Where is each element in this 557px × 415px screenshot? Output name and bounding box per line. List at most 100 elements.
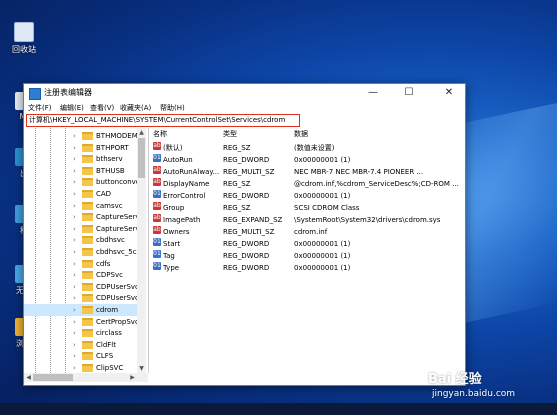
folder-icon — [82, 282, 93, 291]
value-name: Group — [163, 204, 185, 212]
desktop-icon-recycle-bin[interactable]: 回收站 — [6, 22, 42, 55]
chevron-right-icon[interactable]: › — [73, 269, 76, 281]
tree-item[interactable]: › CAD — [24, 188, 146, 200]
chevron-right-icon[interactable]: › — [73, 350, 76, 362]
scroll-left-arrow-icon[interactable]: ◀ — [24, 373, 33, 382]
chevron-right-icon[interactable]: › — [73, 153, 76, 165]
chevron-right-icon[interactable]: › — [73, 258, 76, 270]
value-row[interactable]: ab AutoRunAlway... REG_MULTI_SZ NEC MBR-7 N… — [151, 166, 463, 178]
chevron-right-icon[interactable]: › — [73, 142, 76, 154]
folder-icon — [82, 259, 93, 268]
tree-item[interactable]: › BTHPORT — [24, 142, 146, 154]
tree-item[interactable]: › CaptureServ — [24, 223, 146, 235]
tree-item[interactable]: › CLFS — [24, 350, 146, 362]
chevron-right-icon[interactable]: › — [73, 200, 76, 212]
scroll-up-arrow-icon[interactable]: ▲ — [137, 128, 146, 137]
menu-edit[interactable]: 编辑(E) — [60, 103, 84, 113]
tree-item[interactable]: › BTHUSB — [24, 165, 146, 177]
value-row[interactable]: ab Group REG_SZ SCSI CDROM Class — [151, 202, 463, 214]
tree-item[interactable]: › BTHMODEM — [24, 130, 146, 142]
string-value-icon: ab — [153, 166, 161, 174]
tree-item-label: BTHMODEM — [96, 132, 138, 140]
menu-favorites[interactable]: 收藏夹(A) — [120, 103, 151, 113]
chevron-right-icon[interactable]: › — [73, 234, 76, 246]
tree-item-label: circlass — [96, 329, 122, 338]
value-type: REG_DWORD — [223, 156, 270, 164]
tree-item[interactable]: › CldFlt — [24, 339, 146, 351]
chevron-right-icon[interactable]: › — [73, 339, 76, 351]
chevron-right-icon[interactable]: › — [73, 304, 76, 316]
chevron-right-icon[interactable]: › — [73, 316, 76, 328]
value-row[interactable]: ab DisplayName REG_SZ @cdrom.inf,%cdrom_Ser… — [151, 178, 463, 190]
tree-item[interactable]: › bthserv — [24, 153, 146, 165]
value-type: REG_MULTI_SZ — [223, 168, 275, 176]
value-data: (数值未设置) — [294, 144, 335, 152]
address-bar[interactable]: 计算机\HKEY_LOCAL_MACHINE\SYSTEM\CurrentCon… — [26, 114, 300, 127]
value-row[interactable]: 01 AutoRun REG_DWORD 0x00000001 (1) — [151, 154, 463, 166]
chevron-right-icon[interactable]: › — [73, 165, 76, 177]
tree-item[interactable]: › ClipSVC — [24, 362, 146, 373]
value-row[interactable]: 01 Tag REG_DWORD 0x00000001 (1) — [151, 250, 463, 262]
chevron-right-icon[interactable]: › — [73, 176, 76, 188]
value-row[interactable]: ab ImagePath REG_EXPAND_SZ \SystemRoot\Syst… — [151, 214, 463, 226]
tree-item[interactable]: › CDPSvc — [24, 269, 146, 281]
tree-item[interactable]: › CertPropSvc — [24, 316, 146, 328]
title-bar[interactable]: 注册表编辑器 — ☐ ✕ — [24, 84, 465, 102]
tree-item[interactable]: › circlass — [24, 327, 146, 339]
tree-item[interactable]: › cbdhsvc_5ca — [24, 246, 146, 258]
chevron-right-icon[interactable]: › — [73, 362, 76, 373]
maximize-button[interactable]: ☐ — [396, 84, 422, 102]
value-data: NEC MBR-7 NEC MBR-7.4 PIONEER ... — [294, 168, 424, 176]
scroll-thumb[interactable] — [138, 138, 145, 178]
menu-view[interactable]: 查看(V) — [90, 103, 114, 113]
chevron-right-icon[interactable]: › — [73, 281, 76, 293]
string-value-icon: ab — [153, 214, 161, 222]
tree-item[interactable]: › CDPUserSvc — [24, 281, 146, 293]
column-header-name[interactable]: 名称 — [153, 128, 167, 140]
column-header-type[interactable]: 类型 — [223, 128, 237, 140]
chevron-right-icon[interactable]: › — [73, 188, 76, 200]
column-header-data[interactable]: 数据 — [294, 128, 308, 140]
tree-vertical-scrollbar[interactable]: ▲ ▼ — [137, 128, 146, 373]
value-type: REG_SZ — [223, 204, 251, 212]
baidu-watermark: Bai 经验 — [428, 372, 482, 387]
tree-item[interactable]: › cbdhsvc — [24, 234, 146, 246]
tree-item[interactable]: › cdfs — [24, 258, 146, 270]
tree-item-label: CldFlt — [96, 340, 116, 349]
chevron-right-icon[interactable]: › — [73, 130, 76, 142]
minimize-button[interactable]: — — [360, 84, 386, 102]
close-button[interactable]: ✕ — [436, 84, 462, 102]
value-type: REG_DWORD — [223, 252, 270, 260]
value-row[interactable]: ab (默认) REG_SZ (数值未设置) — [151, 142, 463, 154]
tree-item[interactable]: › buttonconve — [24, 176, 146, 188]
chevron-right-icon[interactable]: › — [73, 211, 76, 223]
value-data: 0x00000001 (1) — [294, 264, 351, 272]
tree-item[interactable]: › camsvc — [24, 200, 146, 212]
tree-item[interactable]: › cdrom — [24, 304, 146, 316]
binary-value-icon: 01 — [153, 154, 161, 162]
chevron-right-icon[interactable]: › — [73, 223, 76, 235]
tree-horizontal-scrollbar[interactable]: ◀ ▶ — [24, 373, 148, 382]
chevron-right-icon[interactable]: › — [73, 246, 76, 258]
folder-icon — [82, 132, 93, 140]
value-row[interactable]: 01 Type REG_DWORD 0x00000001 (1) — [151, 262, 463, 274]
tree-item-label: ClipSVC — [96, 364, 124, 372]
menu-help[interactable]: 帮助(H) — [160, 103, 185, 113]
value-row[interactable]: ab Owners REG_MULTI_SZ cdrom.inf — [151, 226, 463, 238]
chevron-right-icon[interactable]: › — [73, 292, 76, 304]
folder-icon — [82, 248, 93, 256]
scroll-down-arrow-icon[interactable]: ▼ — [137, 364, 146, 373]
value-data: 0x00000001 (1) — [294, 156, 351, 164]
chevron-right-icon[interactable]: › — [73, 327, 76, 339]
tree-item[interactable]: › CDPUserSvc — [24, 292, 146, 304]
tree-item-label: cbdhsvc_5ca — [96, 248, 141, 256]
value-name: Owners — [163, 228, 190, 236]
binary-value-icon: 01 — [153, 262, 161, 270]
menu-file[interactable]: 文件(F) — [28, 103, 52, 113]
scroll-right-arrow-icon[interactable]: ▶ — [128, 373, 137, 382]
value-name: Start — [163, 240, 181, 248]
value-row[interactable]: 01 ErrorControl REG_DWORD 0x00000001 (1) — [151, 190, 463, 202]
scroll-thumb[interactable] — [33, 374, 73, 381]
value-row[interactable]: 01 Start REG_DWORD 0x00000001 (1) — [151, 238, 463, 250]
tree-item[interactable]: › CaptureServ — [24, 211, 146, 223]
